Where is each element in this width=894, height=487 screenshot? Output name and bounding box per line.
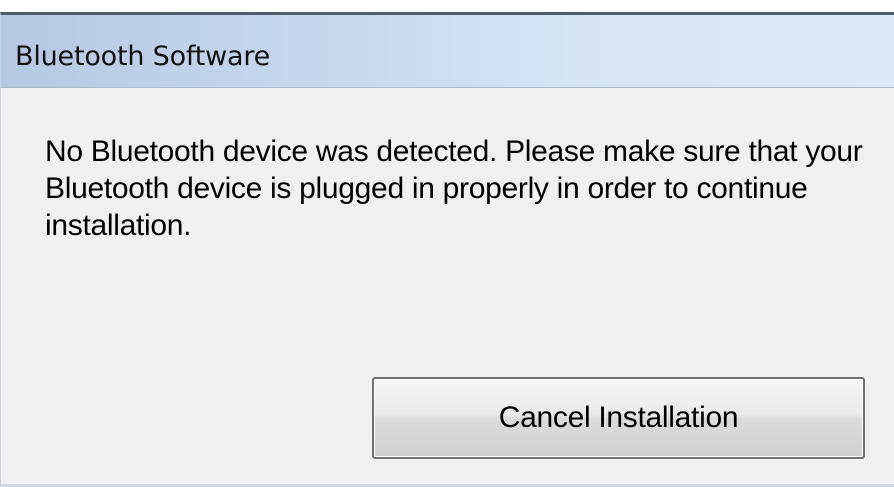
dialog-title: Bluetooth Software <box>15 41 271 72</box>
dialog-message: No Bluetooth device was detected. Please… <box>45 135 863 242</box>
dialog-title-bar[interactable]: Bluetooth Software <box>1 15 894 88</box>
cancel-installation-label: Cancel Installation <box>498 401 739 434</box>
cancel-installation-button[interactable]: Cancel Installation <box>372 377 865 459</box>
bluetooth-software-dialog: Bluetooth Software No Bluetooth device w… <box>0 12 894 487</box>
